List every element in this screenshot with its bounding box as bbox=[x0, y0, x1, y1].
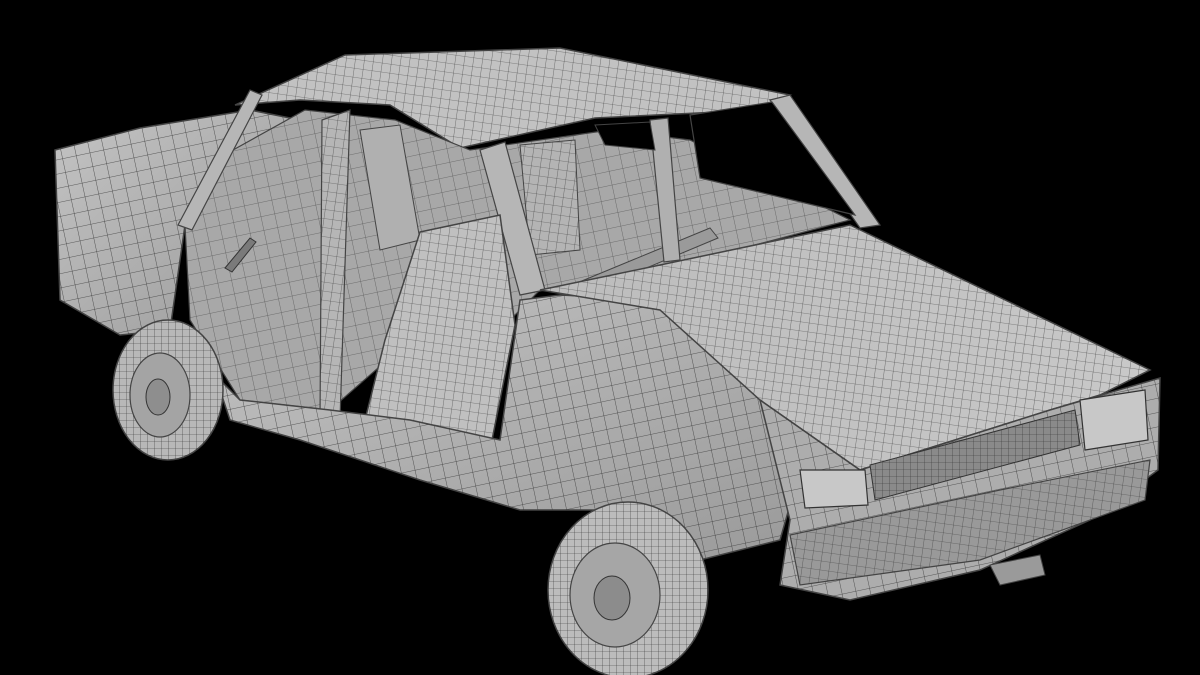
rear-wheel bbox=[112, 319, 224, 461]
3d-viewport[interactable] bbox=[0, 0, 1200, 675]
front-wheel bbox=[547, 501, 709, 675]
wireframe-car-render bbox=[54, 47, 1161, 675]
